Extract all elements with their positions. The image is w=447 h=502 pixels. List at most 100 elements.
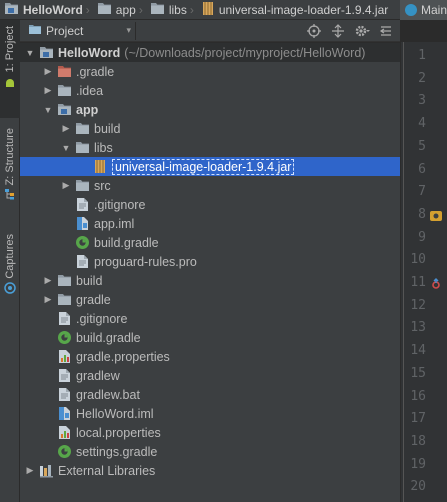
hide-panel-icon[interactable] bbox=[378, 23, 394, 39]
line-number: 12 bbox=[410, 297, 426, 313]
line-number: 10 bbox=[410, 252, 426, 268]
breadcrumb-item[interactable]: universal-image-loader-1.9.4.jar bbox=[197, 0, 388, 20]
tree-item-label: .gradle bbox=[76, 64, 115, 79]
jar-icon bbox=[92, 159, 108, 175]
breadcrumb-item[interactable]: app bbox=[93, 0, 136, 20]
structure-icon bbox=[4, 188, 16, 200]
tree-row[interactable]: gradlew bbox=[20, 366, 400, 385]
editor-tab-label: Main bbox=[420, 3, 447, 17]
tree-row[interactable]: ▶ .idea bbox=[20, 81, 400, 100]
line-number: 7 bbox=[418, 184, 426, 200]
tree-item-label: HelloWord bbox=[58, 45, 121, 60]
navigation-bar: HelloWord › app › libs › universal-image-loade… bbox=[0, 0, 447, 20]
tool-tab-captures[interactable]: Captures bbox=[0, 230, 20, 300]
expand-arrow-open-icon[interactable]: ▼ bbox=[42, 100, 54, 119]
gradle-file-icon bbox=[74, 235, 90, 251]
line-number: 4 bbox=[418, 116, 426, 132]
override-marker-icon[interactable] bbox=[429, 209, 443, 223]
line-number: 13 bbox=[410, 320, 426, 336]
tree-item-label: build bbox=[94, 121, 121, 136]
folder-icon bbox=[74, 178, 90, 194]
text-file-icon bbox=[56, 311, 72, 327]
line-number: 20 bbox=[410, 479, 426, 495]
tree-row[interactable]: gradle.properties bbox=[20, 347, 400, 366]
tree-row[interactable]: ▶ build bbox=[20, 119, 400, 138]
gradle-file-icon bbox=[56, 330, 72, 346]
captures-icon bbox=[4, 281, 16, 294]
line-number: 9 bbox=[418, 229, 426, 245]
tree-item-label: HelloWord.iml bbox=[76, 406, 154, 421]
breadcrumb-label: app bbox=[115, 2, 136, 17]
project-view-selector[interactable]: Project ▾ bbox=[24, 21, 136, 40]
tree-item-label: libs bbox=[94, 140, 113, 155]
tool-tab-project-label: 1: Project bbox=[4, 26, 16, 73]
breadcrumb-item[interactable]: libs bbox=[146, 0, 187, 20]
tree-item-path: (~/Downloads/project/myproject/HelloWord… bbox=[124, 45, 366, 60]
tree-item-label: gradle bbox=[76, 292, 111, 307]
tree-row[interactable]: gradlew.bat bbox=[20, 385, 400, 404]
folder-icon bbox=[56, 273, 72, 289]
tree-row[interactable]: ▶ .gradle bbox=[20, 62, 400, 81]
gradle-file-icon bbox=[56, 444, 72, 460]
tree-row[interactable]: ▶ build bbox=[20, 271, 400, 290]
tree-item-label: build.gradle bbox=[76, 330, 141, 345]
editor-tab-main[interactable]: Main bbox=[400, 0, 447, 20]
tool-tab-structure[interactable]: Z: Structure bbox=[0, 124, 20, 224]
expand-arrow-closed-icon[interactable]: ▶ bbox=[42, 290, 54, 309]
tree-row[interactable]: .gitignore bbox=[20, 309, 400, 328]
class-file-icon bbox=[405, 4, 417, 16]
libraries-icon bbox=[38, 463, 54, 479]
tree-item-label: app bbox=[76, 102, 99, 117]
tree-item-label: .idea bbox=[76, 83, 104, 98]
expand-arrow-open-icon[interactable]: ▼ bbox=[60, 138, 72, 157]
tree-item-label: .gitignore bbox=[76, 311, 128, 326]
tree-row[interactable]: ▶ External Libraries bbox=[20, 461, 400, 480]
tree-item-label: universal-image-loader-1.9.4.jar bbox=[112, 158, 295, 175]
expand-arrow-closed-icon[interactable]: ▶ bbox=[42, 271, 54, 290]
tree-row[interactable]: .gitignore bbox=[20, 195, 400, 214]
expand-arrow-open-icon[interactable]: ▼ bbox=[24, 43, 36, 62]
project-panel-toolbar: Project ▾ bbox=[20, 20, 400, 42]
tree-item-label: .gitignore bbox=[94, 197, 146, 212]
tree-row[interactable]: settings.gradle bbox=[20, 442, 400, 461]
implements-marker-icon[interactable] bbox=[429, 277, 443, 291]
tree-row[interactable]: universal-image-loader-1.9.4.jar bbox=[20, 157, 400, 176]
breadcrumb-item[interactable]: HelloWord bbox=[0, 0, 83, 20]
expand-arrow-closed-icon[interactable]: ▶ bbox=[60, 119, 72, 138]
breadcrumb-label: universal-image-loader-1.9.4.jar bbox=[218, 2, 389, 17]
collapse-all-icon[interactable] bbox=[330, 23, 346, 39]
tool-tab-project[interactable]: 1: Project bbox=[0, 20, 20, 118]
tree-row[interactable]: app.iml bbox=[20, 214, 400, 233]
line-number: 16 bbox=[410, 388, 426, 404]
expand-arrow-closed-icon[interactable]: ▶ bbox=[42, 62, 54, 81]
dropdown-arrow-icon: ▾ bbox=[126, 25, 131, 35]
expand-arrow-closed-icon[interactable]: ▶ bbox=[24, 461, 36, 480]
tree-row[interactable]: local.properties bbox=[20, 423, 400, 442]
expand-arrow-closed-icon[interactable]: ▶ bbox=[60, 176, 72, 195]
target-icon[interactable] bbox=[306, 23, 322, 39]
tree-row[interactable]: build.gradle bbox=[20, 328, 400, 347]
module-folder-icon bbox=[38, 45, 54, 61]
folder-icon bbox=[56, 292, 72, 308]
tree-row[interactable]: ▼ libs bbox=[20, 138, 400, 157]
tree-row[interactable]: ▼ app bbox=[20, 100, 400, 119]
text-file-icon bbox=[74, 254, 90, 270]
tree-row[interactable]: HelloWord.iml bbox=[20, 404, 400, 423]
tree-item-label: build bbox=[76, 273, 103, 288]
expand-arrow-closed-icon[interactable]: ▶ bbox=[42, 81, 54, 100]
settings-icon[interactable] bbox=[354, 23, 370, 39]
tree-row[interactable]: ▶ gradle bbox=[20, 290, 400, 309]
text-file-icon bbox=[74, 197, 90, 213]
tree-row[interactable]: ▶ src bbox=[20, 176, 400, 195]
folder-icon bbox=[56, 83, 72, 99]
tree-row[interactable]: proguard-rules.pro bbox=[20, 252, 400, 271]
tree-row[interactable]: ▼ HelloWord (~/Downloads/project/myproject… bbox=[20, 43, 400, 62]
tree-row[interactable]: build.gradle bbox=[20, 233, 400, 252]
text-file-icon bbox=[56, 387, 72, 403]
